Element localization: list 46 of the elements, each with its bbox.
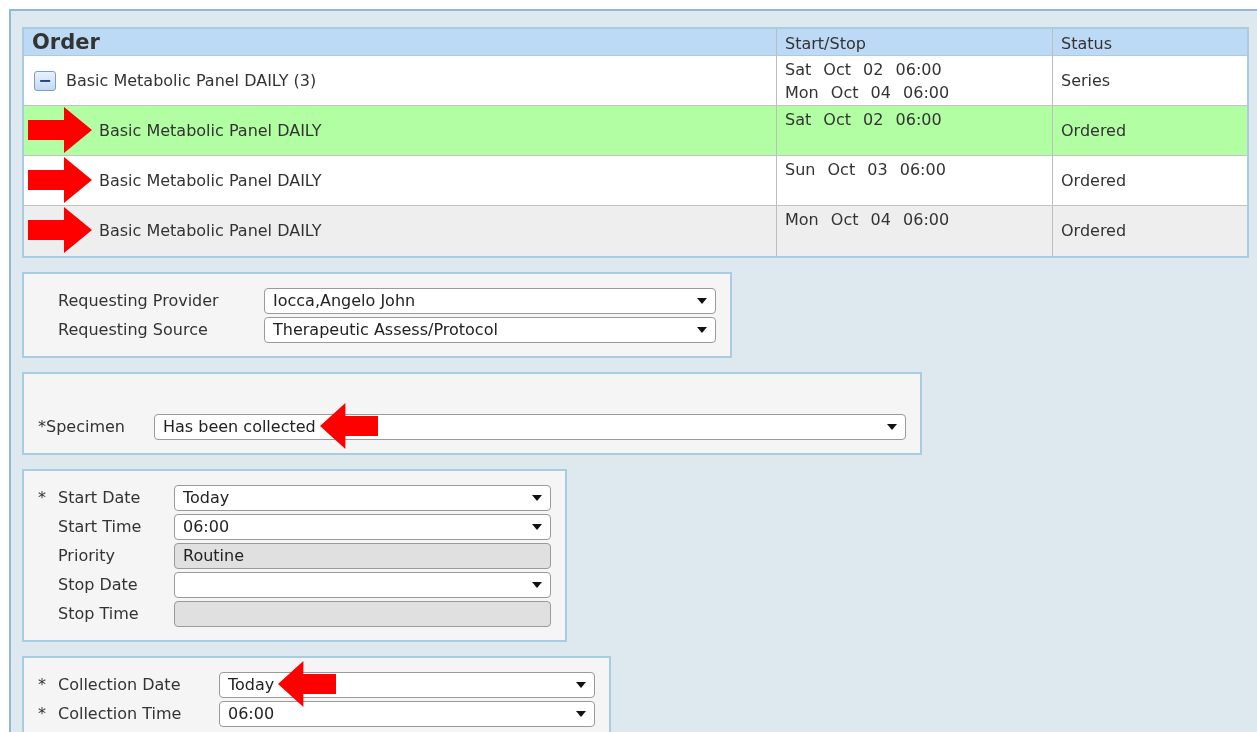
dropdown-field[interactable]: Has been collected — [154, 413, 906, 440]
caret-icon — [887, 423, 897, 430]
status-text: Series — [1061, 69, 1111, 92]
field-label: Requesting Provider — [58, 289, 220, 312]
dropdown-field[interactable]: 06:00 — [219, 700, 595, 727]
field-label: Requesting Source — [58, 318, 209, 341]
date-time: Mon Oct 04 06:00 — [785, 209, 951, 231]
caret-icon — [697, 297, 707, 304]
status-text: Ordered — [1061, 169, 1127, 192]
required-mark: * — [38, 486, 47, 509]
date-time: Mon Oct 04 06:00 — [785, 82, 951, 104]
readonly-field: Routine — [174, 542, 551, 569]
order-name[interactable]: Basic Metabolic Panel DAILY — [99, 118, 322, 143]
field-label: Start Date — [58, 486, 142, 509]
field-label: Collection Time — [58, 702, 183, 725]
column-header: Order — [24, 29, 777, 55]
field-label: Collection Date — [58, 673, 182, 696]
field-label: Stop Date — [58, 573, 139, 596]
dropdown-field[interactable]: Therapeutic Assess/Protocol — [264, 316, 716, 343]
required-mark: * — [38, 673, 47, 696]
caret-icon — [697, 326, 707, 333]
date-time: Sat Oct 02 06:00 — [785, 109, 943, 131]
date-time: Sat Oct 02 06:00 — [785, 59, 943, 81]
order-name[interactable]: Basic Metabolic Panel DAILY — [99, 168, 322, 193]
dropdown-field[interactable]: Today — [174, 484, 551, 511]
field-label: *Specimen — [38, 415, 126, 438]
field-label: Stop Time — [58, 602, 140, 625]
order-name[interactable]: Basic Metabolic Panel DAILY — [99, 219, 322, 243]
caret-icon — [532, 523, 542, 530]
order-name[interactable]: Basic Metabolic Panel DAILY (3) — [66, 68, 317, 93]
date-time: Sun Oct 03 06:00 — [785, 159, 947, 181]
caret-icon — [576, 681, 586, 688]
dropdown-field[interactable]: 06:00 — [174, 513, 551, 540]
column-header: Status — [1060, 33, 1113, 55]
status-text: Ordered — [1061, 220, 1127, 242]
column-header: Start/Stop — [777, 29, 1053, 55]
required-mark: * — [38, 702, 47, 725]
caret-icon — [532, 581, 542, 588]
field-label: Priority — [58, 544, 116, 567]
caret-icon — [576, 710, 586, 717]
dropdown-field[interactable] — [174, 571, 551, 598]
dropdown-field[interactable]: Iocca,Angelo John — [264, 287, 716, 314]
collapse-button[interactable]: − — [34, 70, 56, 91]
caret-icon — [532, 494, 542, 501]
status-text: Ordered — [1061, 119, 1127, 142]
field-label: Start Time — [58, 515, 143, 538]
